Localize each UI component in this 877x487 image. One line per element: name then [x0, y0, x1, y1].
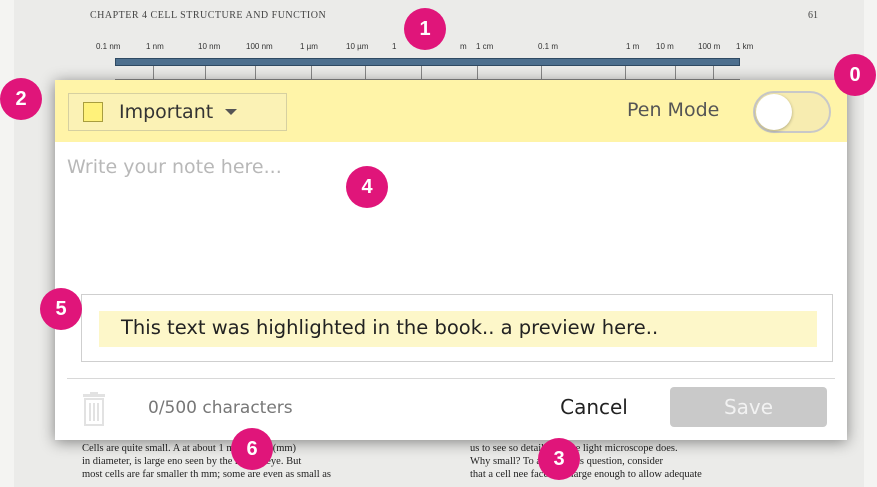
scale-label: 0.1 m: [538, 42, 559, 51]
category-color-swatch: [83, 102, 103, 122]
scale-label: 1 m: [626, 42, 640, 51]
cancel-button[interactable]: Cancel: [539, 387, 649, 427]
annotation-badge-3: 3: [538, 438, 580, 480]
annotation-badge-5: 5: [40, 288, 82, 330]
annotation-badge-6: 6: [231, 428, 273, 470]
note-dialog: Important Pen Mode This text was highlig…: [55, 80, 847, 440]
note-dialog-footer: 0/500 characters Cancel Save: [55, 378, 847, 440]
character-count: 0/500 characters: [148, 398, 293, 418]
book-line: us to see so detail than the light micro…: [470, 443, 678, 454]
scale-label: 0.1 nm: [96, 42, 121, 51]
scale-label: 1 cm: [476, 42, 494, 51]
category-label: Important: [119, 101, 214, 123]
scale-label: 10 µm: [346, 42, 369, 51]
category-dropdown[interactable]: Important: [68, 93, 287, 131]
scale-label: m: [460, 42, 467, 51]
note-input[interactable]: [67, 156, 833, 286]
annotation-badge-4: 4: [346, 166, 388, 208]
save-button[interactable]: Save: [670, 387, 827, 427]
scale-label: 1: [392, 42, 397, 51]
annotation-badge-1: 1: [404, 8, 446, 50]
pen-mode-toggle[interactable]: [753, 91, 831, 133]
scale-label: 10 m: [656, 42, 674, 51]
book-line: most cells are far smaller th mm; some a…: [82, 469, 332, 480]
scale-label: 1 km: [736, 42, 754, 51]
book-text-right: us to see so detail than the light micro…: [470, 442, 830, 481]
scale-label: 1 µm: [300, 42, 318, 51]
scale-bar: [115, 58, 740, 66]
book-chapter-header: CHAPTER 4 CELL STRUCTURE AND FUNCTION: [90, 10, 327, 21]
scale-ticks: [115, 66, 740, 80]
annotation-badge-0: 0: [834, 54, 876, 96]
note-dialog-header: Important Pen Mode: [55, 80, 847, 142]
footer-divider: [67, 378, 835, 379]
annotation-badge-2: 2: [0, 78, 42, 120]
trash-icon[interactable]: [81, 392, 107, 426]
chevron-down-icon: [225, 109, 238, 115]
highlight-preview-box: This text was highlighted in the book.. …: [81, 294, 833, 362]
scale-label: 1 nm: [146, 42, 164, 51]
pen-mode-toggle-knob: [756, 94, 792, 130]
book-line: Why small? To answer this question, cons…: [470, 456, 663, 467]
note-dialog-body: This text was highlighted in the book.. …: [55, 142, 847, 378]
scale-label: 10 nm: [198, 42, 221, 51]
book-line: that a cell nee face area large enough t…: [470, 469, 702, 480]
pen-mode-label: Pen Mode: [627, 99, 720, 121]
highlight-preview-text: This text was highlighted in the book.. …: [99, 311, 817, 347]
book-page-number: 61: [808, 10, 818, 21]
scale-label: 100 nm: [246, 42, 273, 51]
scale-label: 100 m: [698, 42, 721, 51]
